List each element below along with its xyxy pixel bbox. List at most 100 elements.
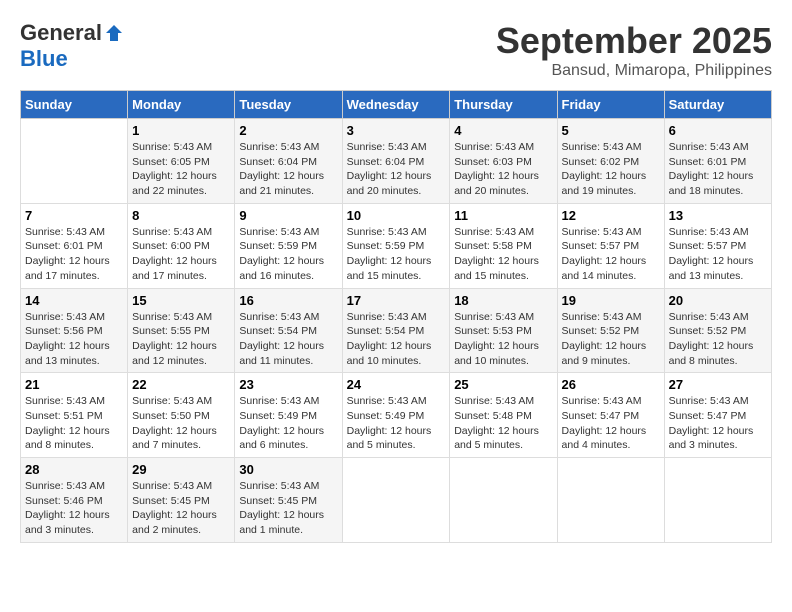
day-number: 24	[347, 377, 446, 392]
calendar-cell	[21, 119, 128, 204]
day-number: 2	[239, 123, 337, 138]
calendar-cell	[557, 458, 664, 543]
day-number: 28	[25, 462, 123, 477]
day-number: 10	[347, 208, 446, 223]
day-info: Sunrise: 5:43 AM Sunset: 5:59 PM Dayligh…	[239, 225, 337, 284]
calendar-week-row: 7 Sunrise: 5:43 AM Sunset: 6:01 PM Daylig…	[21, 203, 772, 288]
day-number: 1	[132, 123, 230, 138]
calendar-cell: 2 Sunrise: 5:43 AM Sunset: 6:04 PM Daylig…	[235, 119, 342, 204]
day-number: 21	[25, 377, 123, 392]
calendar-cell: 18 Sunrise: 5:43 AM Sunset: 5:53 PM Dayli…	[450, 288, 557, 373]
day-number: 29	[132, 462, 230, 477]
calendar-header-thursday: Thursday	[450, 91, 557, 119]
day-number: 5	[562, 123, 660, 138]
calendar-cell	[450, 458, 557, 543]
calendar-cell: 25 Sunrise: 5:43 AM Sunset: 5:48 PM Dayli…	[450, 373, 557, 458]
day-info: Sunrise: 5:43 AM Sunset: 5:57 PM Dayligh…	[669, 225, 767, 284]
day-info: Sunrise: 5:43 AM Sunset: 6:04 PM Dayligh…	[347, 140, 446, 199]
calendar-table: SundayMondayTuesdayWednesdayThursdayFrid…	[20, 90, 772, 543]
day-info: Sunrise: 5:43 AM Sunset: 6:03 PM Dayligh…	[454, 140, 552, 199]
day-info: Sunrise: 5:43 AM Sunset: 5:56 PM Dayligh…	[25, 310, 123, 369]
calendar-cell: 6 Sunrise: 5:43 AM Sunset: 6:01 PM Daylig…	[664, 119, 771, 204]
day-info: Sunrise: 5:43 AM Sunset: 5:45 PM Dayligh…	[132, 479, 230, 538]
calendar-cell: 7 Sunrise: 5:43 AM Sunset: 6:01 PM Daylig…	[21, 203, 128, 288]
day-info: Sunrise: 5:43 AM Sunset: 5:46 PM Dayligh…	[25, 479, 123, 538]
day-number: 26	[562, 377, 660, 392]
title-block: September 2025 Bansud, Mimaropa, Philipp…	[496, 20, 772, 80]
calendar-cell: 4 Sunrise: 5:43 AM Sunset: 6:03 PM Daylig…	[450, 119, 557, 204]
day-number: 3	[347, 123, 446, 138]
day-number: 7	[25, 208, 123, 223]
calendar-cell: 20Sunrise: 5:43 AM Sunset: 5:52 PM Dayli…	[664, 288, 771, 373]
calendar-header-row: SundayMondayTuesdayWednesdayThursdayFrid…	[21, 91, 772, 119]
calendar-cell: 9 Sunrise: 5:43 AM Sunset: 5:59 PM Daylig…	[235, 203, 342, 288]
calendar-cell: 22 Sunrise: 5:43 AM Sunset: 5:50 PM Dayli…	[128, 373, 235, 458]
calendar-cell: 11Sunrise: 5:43 AM Sunset: 5:58 PM Dayli…	[450, 203, 557, 288]
day-info: Sunrise: 5:43 AM Sunset: 6:01 PM Dayligh…	[669, 140, 767, 199]
day-number: 4	[454, 123, 552, 138]
calendar-cell: 19 Sunrise: 5:43 AM Sunset: 5:52 PM Dayli…	[557, 288, 664, 373]
calendar-cell: 30Sunrise: 5:43 AM Sunset: 5:45 PM Dayli…	[235, 458, 342, 543]
day-number: 22	[132, 377, 230, 392]
day-info: Sunrise: 5:43 AM Sunset: 5:55 PM Dayligh…	[132, 310, 230, 369]
day-info: Sunrise: 5:43 AM Sunset: 6:01 PM Dayligh…	[25, 225, 123, 284]
page-header: General Blue September 2025 Bansud, Mima…	[20, 20, 772, 80]
day-info: Sunrise: 5:43 AM Sunset: 5:54 PM Dayligh…	[239, 310, 337, 369]
calendar-cell: 10 Sunrise: 5:43 AM Sunset: 5:59 PM Dayli…	[342, 203, 450, 288]
day-number: 25	[454, 377, 552, 392]
logo: General Blue	[20, 20, 124, 72]
day-info: Sunrise: 5:43 AM Sunset: 5:49 PM Dayligh…	[347, 394, 446, 453]
calendar-cell: 21Sunrise: 5:43 AM Sunset: 5:51 PM Dayli…	[21, 373, 128, 458]
day-info: Sunrise: 5:43 AM Sunset: 6:04 PM Dayligh…	[239, 140, 337, 199]
day-number: 11	[454, 208, 552, 223]
calendar-cell: 24 Sunrise: 5:43 AM Sunset: 5:49 PM Dayli…	[342, 373, 450, 458]
day-info: Sunrise: 5:43 AM Sunset: 5:52 PM Dayligh…	[669, 310, 767, 369]
calendar-header-friday: Friday	[557, 91, 664, 119]
day-number: 19	[562, 293, 660, 308]
calendar-cell: 1 Sunrise: 5:43 AM Sunset: 6:05 PM Daylig…	[128, 119, 235, 204]
day-info: Sunrise: 5:43 AM Sunset: 5:48 PM Dayligh…	[454, 394, 552, 453]
logo-icon	[104, 23, 124, 43]
calendar-cell: 17Sunrise: 5:43 AM Sunset: 5:54 PM Dayli…	[342, 288, 450, 373]
calendar-cell: 26 Sunrise: 5:43 AM Sunset: 5:47 PM Dayli…	[557, 373, 664, 458]
day-info: Sunrise: 5:43 AM Sunset: 5:49 PM Dayligh…	[239, 394, 337, 453]
calendar-week-row: 1 Sunrise: 5:43 AM Sunset: 6:05 PM Daylig…	[21, 119, 772, 204]
calendar-cell	[342, 458, 450, 543]
day-number: 13	[669, 208, 767, 223]
calendar-header-saturday: Saturday	[664, 91, 771, 119]
day-number: 9	[239, 208, 337, 223]
calendar-cell: 27 Sunrise: 5:43 AM Sunset: 5:47 PM Dayli…	[664, 373, 771, 458]
calendar-cell: 28 Sunrise: 5:43 AM Sunset: 5:46 PM Dayli…	[21, 458, 128, 543]
day-info: Sunrise: 5:43 AM Sunset: 5:47 PM Dayligh…	[669, 394, 767, 453]
calendar-header-monday: Monday	[128, 91, 235, 119]
day-number: 27	[669, 377, 767, 392]
day-info: Sunrise: 5:43 AM Sunset: 5:47 PM Dayligh…	[562, 394, 660, 453]
day-number: 18	[454, 293, 552, 308]
calendar-cell: 29 Sunrise: 5:43 AM Sunset: 5:45 PM Dayli…	[128, 458, 235, 543]
calendar-cell: 15Sunrise: 5:43 AM Sunset: 5:55 PM Dayli…	[128, 288, 235, 373]
calendar-header-wednesday: Wednesday	[342, 91, 450, 119]
day-info: Sunrise: 5:43 AM Sunset: 5:54 PM Dayligh…	[347, 310, 446, 369]
day-number: 8	[132, 208, 230, 223]
location-title: Bansud, Mimaropa, Philippines	[496, 62, 772, 80]
calendar-cell: 23 Sunrise: 5:43 AM Sunset: 5:49 PM Dayli…	[235, 373, 342, 458]
calendar-header-sunday: Sunday	[21, 91, 128, 119]
day-info: Sunrise: 5:43 AM Sunset: 5:45 PM Dayligh…	[239, 479, 337, 538]
calendar-week-row: 14Sunrise: 5:43 AM Sunset: 5:56 PM Dayli…	[21, 288, 772, 373]
day-number: 16	[239, 293, 337, 308]
day-info: Sunrise: 5:43 AM Sunset: 5:53 PM Dayligh…	[454, 310, 552, 369]
day-info: Sunrise: 5:43 AM Sunset: 6:02 PM Dayligh…	[562, 140, 660, 199]
calendar-header-tuesday: Tuesday	[235, 91, 342, 119]
calendar-cell: 14Sunrise: 5:43 AM Sunset: 5:56 PM Dayli…	[21, 288, 128, 373]
day-info: Sunrise: 5:43 AM Sunset: 5:59 PM Dayligh…	[347, 225, 446, 284]
day-number: 23	[239, 377, 337, 392]
day-info: Sunrise: 5:43 AM Sunset: 6:05 PM Dayligh…	[132, 140, 230, 199]
day-info: Sunrise: 5:43 AM Sunset: 5:50 PM Dayligh…	[132, 394, 230, 453]
calendar-cell: 13 Sunrise: 5:43 AM Sunset: 5:57 PM Dayli…	[664, 203, 771, 288]
day-info: Sunrise: 5:43 AM Sunset: 5:57 PM Dayligh…	[562, 225, 660, 284]
calendar-week-row: 28 Sunrise: 5:43 AM Sunset: 5:46 PM Dayli…	[21, 458, 772, 543]
day-number: 6	[669, 123, 767, 138]
calendar-week-row: 21Sunrise: 5:43 AM Sunset: 5:51 PM Dayli…	[21, 373, 772, 458]
day-info: Sunrise: 5:43 AM Sunset: 5:52 PM Dayligh…	[562, 310, 660, 369]
logo-general-text: General	[20, 20, 102, 46]
